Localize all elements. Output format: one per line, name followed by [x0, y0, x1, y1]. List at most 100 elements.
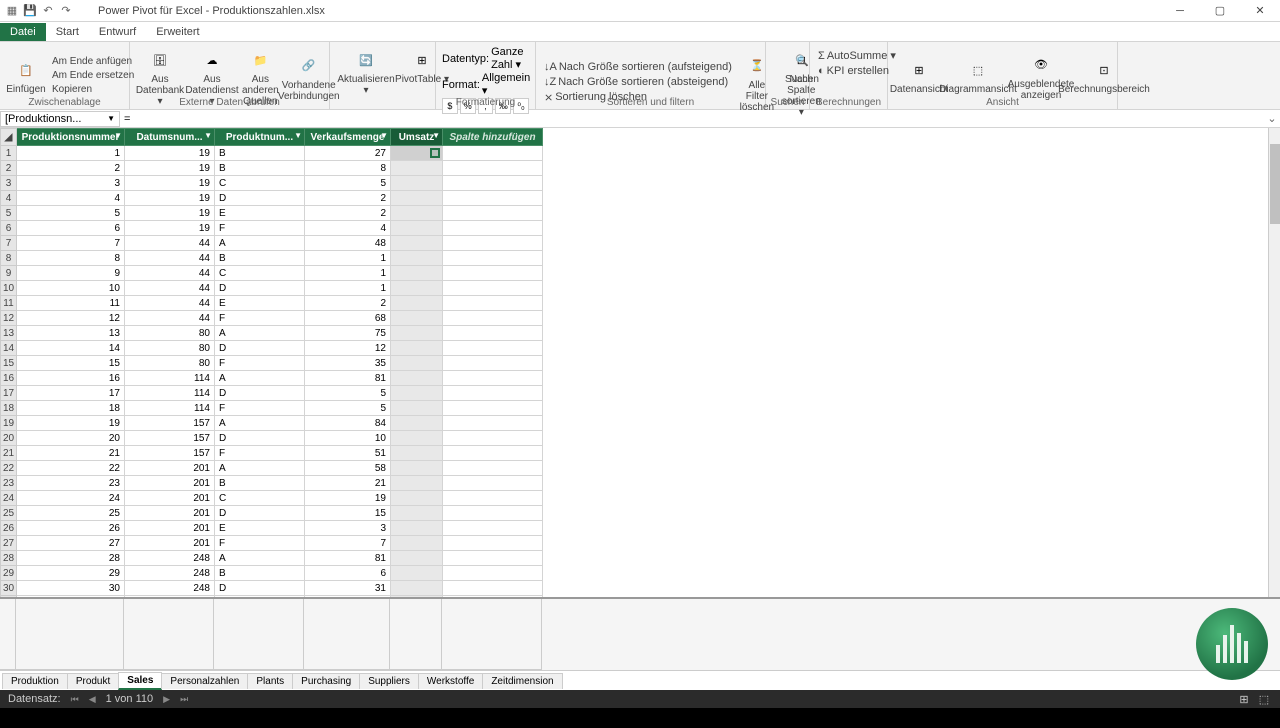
datatype-dropdown[interactable]: Ganze Zahl ▾	[491, 46, 529, 71]
cell[interactable]: 6	[17, 221, 125, 236]
cell[interactable]: 4	[17, 191, 125, 206]
cell[interactable]: 5	[305, 386, 391, 401]
tab-datei[interactable]: Datei	[0, 23, 46, 41]
row-header[interactable]: 25	[1, 506, 17, 521]
row-header[interactable]: 23	[1, 476, 17, 491]
cell[interactable]: A	[215, 461, 305, 476]
cell[interactable]: 19	[125, 221, 215, 236]
cell-add[interactable]	[443, 446, 543, 461]
cell-add[interactable]	[443, 536, 543, 551]
cell-add[interactable]	[443, 551, 543, 566]
cell[interactable]: 44	[125, 266, 215, 281]
filter-dropdown-icon[interactable]: ▼	[432, 131, 440, 140]
cell[interactable]: 5	[17, 206, 125, 221]
column-header-1[interactable]: Datumsnum...▼	[125, 129, 215, 146]
vertical-scrollbar[interactable]	[1268, 128, 1280, 597]
column-header-4[interactable]: Umsatz▼	[391, 129, 443, 146]
cell[interactable]: 24	[17, 491, 125, 506]
cell[interactable]: 5	[305, 401, 391, 416]
cell-add[interactable]	[443, 146, 543, 161]
row-header[interactable]: 14	[1, 341, 17, 356]
cell-umsatz[interactable]	[391, 581, 443, 596]
cell[interactable]: B	[215, 566, 305, 581]
cell[interactable]: 201	[125, 461, 215, 476]
cell[interactable]: C	[215, 491, 305, 506]
view-diagram-icon[interactable]: ⬚	[1256, 692, 1272, 706]
cell-add[interactable]	[443, 296, 543, 311]
sheet-tab-zeitdimension[interactable]: Zeitdimension	[482, 673, 562, 689]
cell[interactable]: 8	[17, 251, 125, 266]
row-header[interactable]: 30	[1, 581, 17, 596]
cell[interactable]: 30	[17, 581, 125, 596]
next-record-button[interactable]: ▶	[163, 694, 170, 705]
cell-umsatz[interactable]	[391, 251, 443, 266]
cell-add[interactable]	[443, 386, 543, 401]
name-box[interactable]: [Produktionsn...▼	[0, 111, 120, 127]
cell[interactable]: 51	[305, 446, 391, 461]
row-header[interactable]: 29	[1, 566, 17, 581]
cell-umsatz[interactable]	[391, 296, 443, 311]
row-header[interactable]: 10	[1, 281, 17, 296]
append-button[interactable]: Am Ende anfügen	[50, 55, 136, 68]
cell[interactable]: 1	[17, 146, 125, 161]
row-header[interactable]: 6	[1, 221, 17, 236]
cell-umsatz[interactable]	[391, 401, 443, 416]
row-header[interactable]: 7	[1, 236, 17, 251]
cell[interactable]: 201	[125, 476, 215, 491]
maximize-button[interactable]: ▢	[1200, 0, 1240, 22]
cell[interactable]: 201	[125, 536, 215, 551]
cell[interactable]: 68	[305, 311, 391, 326]
cell[interactable]: 44	[125, 236, 215, 251]
column-header-0[interactable]: Produktionsnummer▼	[17, 129, 125, 146]
cell[interactable]: 81	[305, 371, 391, 386]
first-record-button[interactable]: ⏮	[71, 694, 79, 705]
sheet-tab-plants[interactable]: Plants	[247, 673, 293, 689]
cell-umsatz[interactable]	[391, 371, 443, 386]
row-header[interactable]: 5	[1, 206, 17, 221]
row-header[interactable]: 20	[1, 431, 17, 446]
cell[interactable]: 5	[305, 176, 391, 191]
cell-add[interactable]	[443, 176, 543, 191]
paste-button[interactable]: 📋 Einfügen	[6, 54, 46, 97]
row-header[interactable]: 24	[1, 491, 17, 506]
cell-add[interactable]	[443, 416, 543, 431]
cell[interactable]: 15	[305, 506, 391, 521]
cell-add[interactable]	[443, 476, 543, 491]
formula-expand-button[interactable]: ⌄	[1264, 112, 1280, 125]
cell[interactable]: 19	[305, 491, 391, 506]
cell-umsatz[interactable]	[391, 476, 443, 491]
cell[interactable]: 35	[305, 356, 391, 371]
cell[interactable]: A	[215, 326, 305, 341]
cell-umsatz[interactable]	[391, 416, 443, 431]
cell-umsatz[interactable]	[391, 491, 443, 506]
cell-umsatz[interactable]	[391, 446, 443, 461]
filter-dropdown-icon[interactable]: ▼	[114, 131, 122, 140]
cell-add[interactable]	[443, 491, 543, 506]
cell-umsatz[interactable]	[391, 236, 443, 251]
cell-add[interactable]	[443, 371, 543, 386]
cell[interactable]: 3	[17, 176, 125, 191]
cell[interactable]: 114	[125, 371, 215, 386]
cell-add[interactable]	[443, 461, 543, 476]
cell[interactable]: 2	[305, 296, 391, 311]
dataview-button[interactable]: ⊞ Datenansicht	[894, 54, 944, 97]
cell[interactable]: 19	[125, 176, 215, 191]
cell[interactable]: A	[215, 236, 305, 251]
cell[interactable]: 12	[305, 341, 391, 356]
sheet-tab-purchasing[interactable]: Purchasing	[292, 673, 360, 689]
cell-add[interactable]	[443, 266, 543, 281]
cell[interactable]: D	[215, 341, 305, 356]
cell[interactable]: 81	[305, 551, 391, 566]
cell[interactable]: E	[215, 521, 305, 536]
kpi-button[interactable]: ◐ KPI erstellen	[816, 64, 881, 78]
row-header[interactable]: 9	[1, 266, 17, 281]
cell[interactable]: 31	[305, 581, 391, 596]
row-header[interactable]: 16	[1, 371, 17, 386]
cell[interactable]: D	[215, 431, 305, 446]
cell-umsatz[interactable]	[391, 341, 443, 356]
cell[interactable]: 12	[17, 311, 125, 326]
cell-umsatz[interactable]	[391, 356, 443, 371]
cell[interactable]: 13	[17, 326, 125, 341]
cell[interactable]: F	[215, 221, 305, 236]
tab-entwurf[interactable]: Entwurf	[89, 23, 146, 41]
